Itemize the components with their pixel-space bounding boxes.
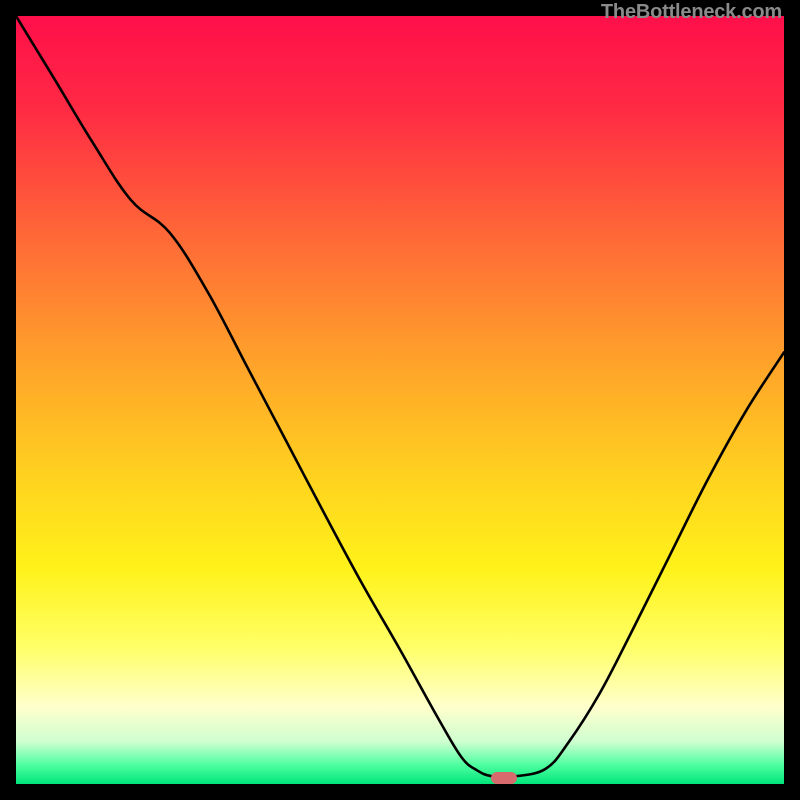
plot-area — [16, 16, 784, 784]
watermark-text: TheBottleneck.com — [601, 1, 782, 24]
bottleneck-curve — [16, 16, 784, 784]
chart-container: TheBottleneck.com — [0, 0, 800, 800]
optimal-point-marker — [491, 772, 517, 784]
